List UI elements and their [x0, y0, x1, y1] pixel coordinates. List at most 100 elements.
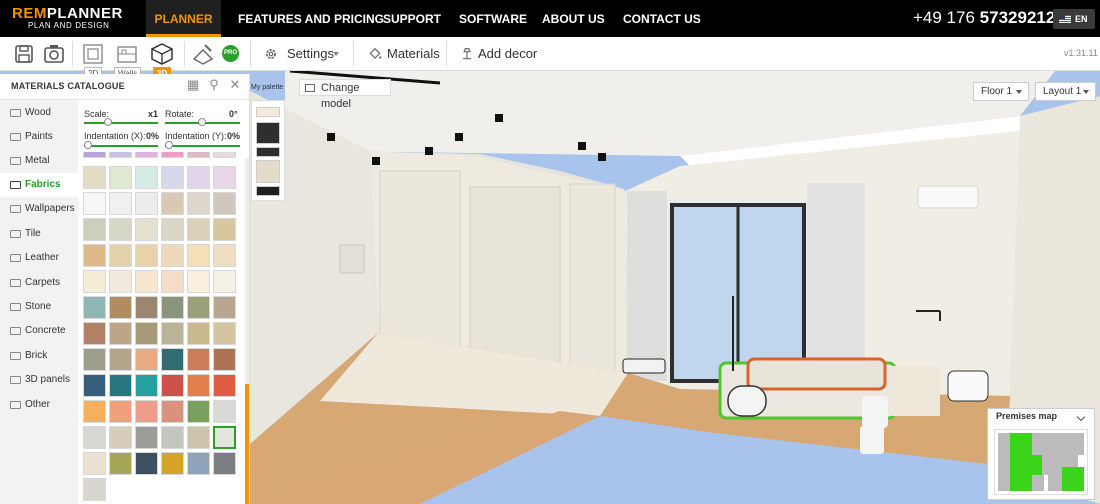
- material-swatch[interactable]: [83, 374, 106, 397]
- material-swatch[interactable]: [135, 270, 158, 293]
- material-swatch[interactable]: [187, 192, 210, 215]
- brand-logo[interactable]: REMPLANNER PLAN AND DESIGN: [12, 6, 132, 31]
- material-swatch[interactable]: [213, 218, 236, 241]
- premises-map[interactable]: [994, 429, 1088, 495]
- material-swatch[interactable]: [161, 152, 184, 158]
- material-swatch[interactable]: [187, 426, 210, 449]
- settings-button[interactable]: Settings: [287, 46, 334, 61]
- category-carpets[interactable]: Carpets: [0, 271, 78, 295]
- material-swatch[interactable]: [161, 348, 184, 371]
- material-swatch[interactable]: [83, 296, 106, 319]
- category-tile[interactable]: Tile: [0, 222, 78, 246]
- indentation-y-slider[interactable]: [165, 145, 240, 147]
- material-swatch[interactable]: [83, 478, 106, 501]
- view-3d-icon[interactable]: [150, 42, 174, 66]
- material-swatch[interactable]: [83, 270, 106, 293]
- category-3d-panels[interactable]: 3D panels: [0, 368, 78, 392]
- material-swatch[interactable]: [161, 400, 184, 423]
- material-swatch[interactable]: [161, 192, 184, 215]
- material-swatch[interactable]: [109, 296, 132, 319]
- material-swatch[interactable]: [135, 322, 158, 345]
- material-swatch[interactable]: [161, 244, 184, 267]
- material-swatch[interactable]: [83, 218, 106, 241]
- material-swatch[interactable]: [161, 296, 184, 319]
- indentation-x-knob[interactable]: [84, 141, 92, 149]
- nav-software[interactable]: SOFTWARE: [459, 0, 527, 37]
- material-swatch[interactable]: [109, 322, 132, 345]
- material-swatch[interactable]: [187, 152, 210, 158]
- scale-slider-knob[interactable]: [104, 118, 112, 126]
- save-icon[interactable]: [12, 42, 36, 66]
- material-swatch[interactable]: [213, 374, 236, 397]
- material-swatch[interactable]: [187, 348, 210, 371]
- material-swatch[interactable]: [83, 166, 106, 189]
- floor-edit-icon[interactable]: [191, 42, 215, 66]
- category-stone[interactable]: Stone: [0, 295, 78, 319]
- category-other[interactable]: Other: [0, 393, 78, 417]
- floor-select[interactable]: Floor 1: [973, 82, 1029, 101]
- materials-button[interactable]: Materials: [387, 46, 440, 61]
- add-decor-button[interactable]: Add decor: [478, 46, 537, 61]
- material-swatch[interactable]: [135, 296, 158, 319]
- nav-planner[interactable]: PLANNER: [146, 0, 221, 37]
- indentation-x-slider[interactable]: [84, 145, 158, 147]
- language-select[interactable]: EN: [1053, 9, 1095, 29]
- palette-swatch[interactable]: [256, 160, 280, 183]
- material-swatch[interactable]: [135, 166, 158, 189]
- material-swatch[interactable]: [213, 322, 236, 345]
- screenshot-icon[interactable]: [42, 42, 66, 66]
- swatch-scrollbar-thumb[interactable]: [245, 384, 249, 504]
- nav-about-us[interactable]: ABOUT US: [542, 0, 605, 37]
- material-swatch[interactable]: [135, 426, 158, 449]
- material-swatch[interactable]: [187, 270, 210, 293]
- material-swatch[interactable]: [213, 244, 236, 267]
- material-swatch[interactable]: [109, 348, 132, 371]
- material-swatch[interactable]: [135, 348, 158, 371]
- material-swatch[interactable]: [83, 192, 106, 215]
- close-icon[interactable]: ✕: [229, 78, 241, 91]
- material-swatch[interactable]: [213, 166, 236, 189]
- material-swatch[interactable]: [187, 322, 210, 345]
- material-swatch[interactable]: [161, 426, 184, 449]
- material-swatch[interactable]: [109, 244, 132, 267]
- rotate-slider-knob[interactable]: [198, 118, 206, 126]
- material-swatch[interactable]: [213, 426, 236, 449]
- material-swatch[interactable]: [109, 152, 132, 158]
- material-swatch[interactable]: [135, 452, 158, 475]
- material-swatch[interactable]: [83, 244, 106, 267]
- material-swatch[interactable]: [213, 152, 236, 158]
- indentation-y-knob[interactable]: [165, 141, 173, 149]
- material-swatch[interactable]: [83, 322, 106, 345]
- material-swatch[interactable]: [109, 218, 132, 241]
- material-swatch[interactable]: [161, 218, 184, 241]
- grid-view-icon[interactable]: ▦: [187, 78, 199, 91]
- material-swatch[interactable]: [83, 426, 106, 449]
- category-leather[interactable]: Leather: [0, 246, 78, 270]
- category-wallpapers[interactable]: Wallpapers: [0, 197, 78, 221]
- material-swatch[interactable]: [135, 400, 158, 423]
- category-paints[interactable]: Paints: [0, 125, 78, 149]
- material-swatch[interactable]: [109, 426, 132, 449]
- material-swatch[interactable]: [135, 218, 158, 241]
- pro-badge[interactable]: PRO: [222, 45, 239, 62]
- layout-select[interactable]: Layout 1: [1035, 82, 1096, 101]
- material-swatch[interactable]: [83, 400, 106, 423]
- phone-number[interactable]: +49 176 57329212: [913, 8, 1055, 28]
- material-swatch[interactable]: [109, 374, 132, 397]
- material-swatch[interactable]: [135, 244, 158, 267]
- material-swatch[interactable]: [109, 270, 132, 293]
- material-swatch[interactable]: [83, 452, 106, 475]
- material-swatch[interactable]: [161, 322, 184, 345]
- material-swatch[interactable]: [83, 348, 106, 371]
- view-walls-icon[interactable]: [115, 42, 139, 66]
- nav-support[interactable]: SUPPORT: [383, 0, 441, 37]
- material-swatch[interactable]: [161, 166, 184, 189]
- view-2d-icon[interactable]: [81, 42, 105, 66]
- material-swatch[interactable]: [187, 452, 210, 475]
- material-swatch[interactable]: [161, 374, 184, 397]
- material-swatch[interactable]: [109, 452, 132, 475]
- nav-features-pricing[interactable]: FEATURES AND PRICING: [238, 0, 384, 37]
- material-swatch[interactable]: [213, 296, 236, 319]
- palette-swatch[interactable]: [256, 147, 280, 157]
- material-swatch[interactable]: [213, 270, 236, 293]
